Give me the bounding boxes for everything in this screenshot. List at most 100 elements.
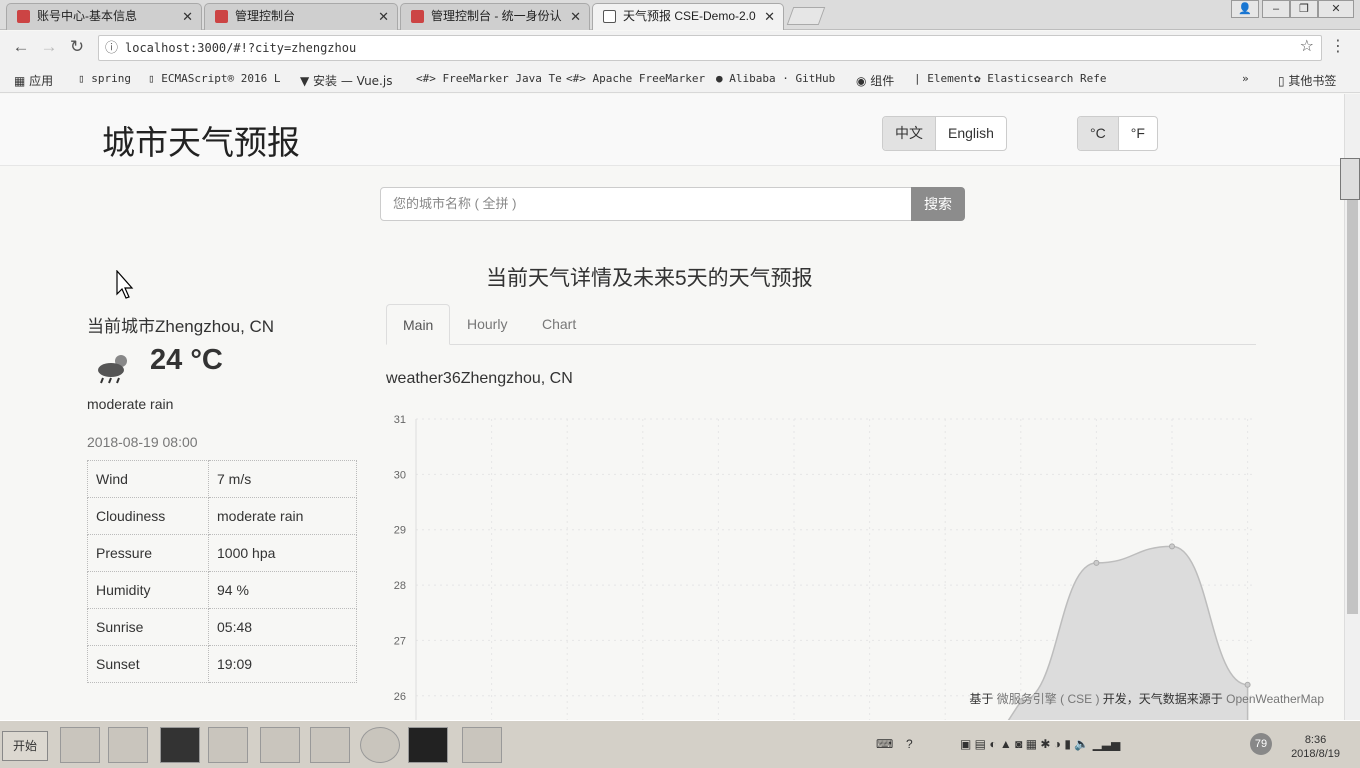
site-title: 城市天气预报 (102, 123, 300, 162)
bookmark-elasticsearch[interactable]: ✿ Elasticsearch Refe (974, 72, 1106, 85)
close-icon[interactable]: ✕ (182, 4, 193, 29)
bookmark-label: Elasticsearch Refe (987, 72, 1107, 85)
table-row: Sunset 19:09 (87, 645, 357, 683)
unit-switch: °C °F (1077, 116, 1158, 151)
taskbar-app-shield-icon[interactable] (60, 727, 100, 763)
taskbar-app-webstorm-icon[interactable] (160, 727, 200, 763)
page-icon (603, 10, 616, 23)
taskbar-app-tool-icon[interactable] (310, 727, 350, 763)
back-icon[interactable]: ← (10, 37, 32, 57)
minimize-button[interactable]: ‒ (1262, 0, 1290, 18)
bookmark-vue[interactable]: ▼ 安装 — Vue.js (300, 72, 392, 89)
huawei-icon (411, 10, 424, 23)
search-button[interactable]: 搜索 (911, 187, 965, 221)
bookmark-components[interactable]: ◉ 组件 (856, 72, 894, 89)
browser-tab-2[interactable]: 管理控制台 ✕ (204, 3, 398, 30)
detail-value: 94 % (208, 571, 357, 609)
browser-tab-3[interactable]: 管理控制台 - 统一身份认 ✕ (400, 3, 590, 30)
detail-value: 05:48 (208, 608, 357, 646)
temperature-chart: 26 27 28 29 30 31 (394, 414, 1256, 720)
chart-title: weather36Zhengzhou, CN (386, 370, 573, 387)
forecast-tabs: Main Hourly Chart (386, 304, 1256, 345)
restore-button[interactable]: ❐ (1290, 0, 1318, 18)
bookmark-alibaba-github[interactable]: ● Alibaba · GitHub (716, 72, 835, 85)
cse-link[interactable]: 微服务引擎 ( CSE ) (997, 692, 1100, 706)
unit-celsius-button[interactable]: °C (1078, 117, 1119, 150)
browser-tab-4[interactable]: 天气预报 CSE-Demo-2.0 ✕ (592, 3, 784, 30)
tab-hourly[interactable]: Hourly (451, 304, 523, 345)
tab-chart[interactable]: Chart (526, 304, 592, 345)
tab-main[interactable]: Main (386, 304, 451, 345)
page-content: 城市天气预报 中文 English °C °F 您的城市名称 ( 全拼 ) 搜索… (0, 94, 1344, 720)
close-icon[interactable]: ✕ (764, 4, 775, 29)
close-icon[interactable]: ✕ (378, 4, 389, 29)
close-icon[interactable]: ✕ (570, 4, 581, 29)
close-window-button[interactable]: ✕ (1318, 0, 1354, 18)
os-taskbar: 开始 ⌨ ? ▣ ▤ ◐ ▲ ◙ ▦ ✱ ◑ ▮ 🔈 ▁▃▅ 79 8:36 2… (0, 720, 1360, 768)
bookmark-freemarker-java[interactable]: <#> FreeMarker Java Te (416, 72, 562, 85)
scrollbar-thumb[interactable] (1347, 164, 1358, 614)
start-button[interactable]: 开始 (2, 731, 48, 761)
bookmark-other[interactable]: ▯ 其他书签 (1278, 72, 1336, 89)
system-clock[interactable]: 8:36 2018/8/19 (1291, 733, 1340, 761)
detail-key: Humidity (87, 571, 209, 609)
taskbar-app-chrome-icon[interactable] (360, 727, 400, 763)
unit-fahrenheit-button[interactable]: °F (1119, 117, 1157, 150)
forward-icon[interactable]: → (38, 37, 60, 57)
bookmark-label: spring (91, 72, 131, 85)
weather-details-table: Wind 7 m/s Cloudiness moderate rain Pressu… (87, 460, 357, 683)
menu-icon[interactable]: ⋮ (1330, 36, 1346, 56)
bookmark-label: Apache FreeMarker (592, 72, 706, 85)
current-city: 当前城市Zhengzhou, CN (87, 317, 275, 336)
bookmark-ecmascript[interactable]: ▯ ECMAScript® 2016 L (148, 72, 280, 85)
table-row: Cloudiness moderate rain (87, 497, 357, 535)
bookmark-star-icon[interactable]: ☆ (1300, 36, 1314, 56)
page-footer: 基于 微服务引擎 ( CSE ) 开发，天气数据来源于 OpenWeatherM… (969, 690, 1324, 707)
browser-tab-1[interactable]: 账号中心-基本信息 ✕ (6, 3, 202, 30)
lang-zh-button[interactable]: 中文 (883, 117, 936, 150)
taskbar-app-intellij-icon[interactable] (108, 727, 148, 763)
bookmark-label: FreeMarker Java Te (442, 72, 562, 85)
chart-y-tick-label: 27 (394, 635, 406, 647)
table-row: Sunrise 05:48 (87, 608, 357, 646)
bookmark-spring[interactable]: ▯ spring (78, 72, 131, 85)
bookmarks-bar: ▦ 应用 ▯ spring ▯ ECMAScript® 2016 L ▼ 安装 … (0, 65, 1360, 93)
huawei-icon (17, 10, 30, 23)
chart-y-tick-label: 31 (394, 414, 406, 426)
tab-title: 管理控制台 (235, 9, 296, 23)
table-row: Wind 7 m/s (87, 460, 357, 498)
chart-data-point (1169, 543, 1175, 550)
bookmark-element[interactable]: | Element (914, 72, 974, 85)
tab-title: 账号中心-基本信息 (37, 9, 137, 23)
taskbar-app-explorer-icon[interactable] (208, 727, 248, 763)
openweathermap-link[interactable]: OpenWeatherMap (1226, 692, 1324, 706)
help-icon[interactable]: ? (906, 737, 913, 751)
weather-description: moderate rain (87, 396, 174, 412)
tab-title: 天气预报 CSE-Demo-2.0 (623, 9, 756, 23)
lang-en-button[interactable]: English (936, 117, 1006, 150)
bookmark-apps[interactable]: ▦ 应用 (14, 72, 53, 89)
keyboard-icon[interactable]: ⌨ (876, 737, 893, 751)
city-search-input[interactable]: 您的城市名称 ( 全拼 ) (380, 187, 912, 221)
clock-date: 2018/8/19 (1291, 748, 1340, 760)
user-icon[interactable]: 👤 (1231, 0, 1259, 18)
detail-value: moderate rain (208, 497, 357, 535)
footer-prefix: 基于 (969, 692, 994, 706)
bookmarks-overflow-icon[interactable]: » (1242, 72, 1249, 85)
address-bar[interactable]: ⓘ localhost:3000/#!?city=zhengzhou (98, 35, 1322, 61)
bookmark-apache-freemarker[interactable]: <#> Apache FreeMarker (566, 72, 705, 85)
side-widget[interactable] (1340, 158, 1360, 200)
reload-icon[interactable]: ↻ (66, 37, 88, 57)
bookmark-label: ECMAScript® 2016 L (161, 72, 281, 85)
footer-middle: 开发，天气数据来源于 (1102, 692, 1223, 706)
new-tab-button[interactable] (786, 7, 826, 25)
bookmark-label: 应用 (29, 74, 54, 88)
taskbar-app-recorder-icon[interactable] (462, 727, 502, 763)
detail-key: Cloudiness (87, 497, 209, 535)
taskbar-app-typora-icon[interactable] (260, 727, 300, 763)
bookmark-label: Element (927, 72, 974, 85)
taskbar-app-cmd-icon[interactable] (408, 727, 448, 763)
tray-icons[interactable]: ▣ ▤ ◐ ▲ ◙ ▦ ✱ ◑ ▮ 🔈 ▁▃▅ (960, 737, 1120, 751)
tab-title: 管理控制台 - 统一身份认 (431, 9, 562, 23)
badge-count: 79 (1250, 733, 1272, 755)
